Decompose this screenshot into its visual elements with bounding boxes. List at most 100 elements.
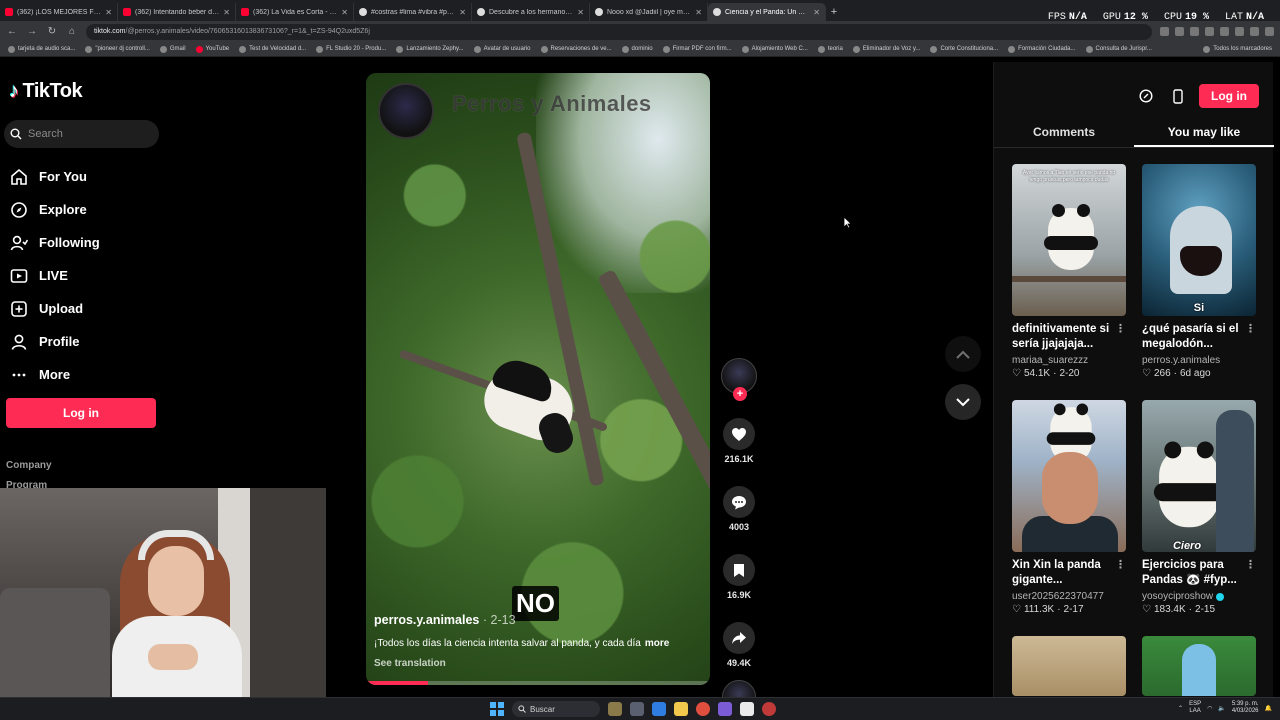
browser-tab[interactable]: Nooo xd @Jadiil | oye mañana✕: [590, 3, 708, 21]
browser-tab[interactable]: (362) La Vida es Corta - Dante✕: [236, 3, 354, 21]
bookmark[interactable]: Alojamiento Web C...: [741, 45, 808, 53]
recommended-video-card[interactable]: Xin Xin la panda gigante... ⋮ user2025622…: [1012, 400, 1126, 615]
sidebar-item-upload[interactable]: Upload: [9, 292, 159, 325]
file-explorer-icon[interactable]: [674, 702, 688, 716]
language-indicator[interactable]: ESP LAA: [1189, 701, 1201, 715]
bookmark[interactable]: YouTube: [195, 45, 229, 53]
search-bar[interactable]: [4, 120, 159, 148]
sidebar-item-live[interactable]: LIVE: [9, 259, 159, 292]
follow-plus-icon[interactable]: +: [733, 387, 747, 401]
clock[interactable]: 5:39 p. m. 4/03/2026: [1232, 701, 1259, 715]
sidebar-item-more[interactable]: More: [9, 358, 159, 391]
taskbar-search[interactable]: Buscar: [512, 701, 600, 717]
bookmark[interactable]: Test de Velocidad d...: [239, 45, 306, 53]
notification-bell-icon[interactable]: 🔔: [1265, 705, 1272, 712]
chrome-browser-icon[interactable]: [696, 702, 710, 716]
widgets-app-icon[interactable]: [608, 702, 622, 716]
url-input[interactable]: tiktok.com/@perros.y.animales/video/7606…: [86, 23, 1152, 40]
browser-tab[interactable]: (362) Intentando beber de un b✕: [118, 3, 236, 21]
footer-company-link[interactable]: Company: [6, 460, 52, 471]
new-tab-button[interactable]: +: [826, 3, 842, 21]
tiktok-logo[interactable]: ♪ TikTok: [9, 80, 83, 103]
previous-video-button[interactable]: [945, 336, 981, 372]
bookmark[interactable]: tarjeta de audio sca...: [8, 45, 75, 53]
card-menu-icon[interactable]: ⋮: [1245, 322, 1256, 352]
video-thumbnail[interactable]: [1012, 400, 1126, 552]
extension-icon[interactable]: [1205, 27, 1214, 36]
login-button-sidebar[interactable]: Log in: [6, 398, 156, 428]
recommended-video-card[interactable]: Si ¿qué pasaría si el megalodón... ⋮ perr…: [1142, 164, 1256, 379]
bookmark[interactable]: Reservaciones de ve...: [540, 45, 612, 53]
bookmark[interactable]: teoria: [817, 45, 843, 53]
wifi-icon[interactable]: ◠: [1207, 705, 1212, 712]
bookmark[interactable]: Gmail: [159, 45, 186, 53]
video-thumbnail[interactable]: [1142, 636, 1256, 696]
back-icon[interactable]: ←: [6, 26, 18, 37]
close-tab-icon[interactable]: ✕: [459, 8, 466, 17]
video-author[interactable]: perros.y.animales · 2-13: [374, 613, 516, 627]
tab-you-may-like[interactable]: You may like: [1134, 122, 1274, 147]
sidebar-item-profile[interactable]: Profile: [9, 325, 159, 358]
next-video-button[interactable]: [945, 384, 981, 420]
bookmark[interactable]: FL Studio 20 - Produ...: [316, 45, 386, 53]
recommended-video-card[interactable]: Ciero Ejercicios para Pandas 🐼 #fyp... ⋮ …: [1142, 400, 1256, 615]
card-menu-icon[interactable]: ⋮: [1115, 322, 1126, 352]
video-thumbnail[interactable]: Ciero: [1142, 400, 1256, 552]
close-tab-icon[interactable]: ✕: [577, 8, 584, 17]
coin-icon[interactable]: [1135, 85, 1157, 107]
close-tab-icon[interactable]: ✕: [341, 8, 348, 17]
video-thumbnail[interactable]: Ayer fuimos a Tlan en serio ese panda no…: [1012, 164, 1126, 316]
bookmark[interactable]: Firmar PDF con firm...: [662, 45, 732, 53]
home-icon[interactable]: ⌂: [66, 26, 78, 37]
sidebar-item-explore[interactable]: Explore: [9, 193, 159, 226]
forward-icon[interactable]: →: [26, 26, 38, 37]
video-thumbnail[interactable]: [1012, 636, 1126, 696]
card-menu-icon[interactable]: ⋮: [1245, 558, 1256, 588]
comment-button[interactable]: 4003: [719, 486, 759, 532]
extension-icon[interactable]: [1265, 27, 1274, 36]
reload-icon[interactable]: ↻: [46, 26, 58, 37]
video-player[interactable]: Perros y Animales NO perros.y.animales ·…: [366, 73, 710, 685]
windows-start-icon[interactable]: [490, 702, 504, 716]
see-translation-link[interactable]: See translation: [374, 658, 446, 669]
discord-app-icon[interactable]: [718, 702, 732, 716]
browser-tab-active[interactable]: Ciencia y el Panda: Un Esfu ✕: [708, 3, 826, 21]
sidebar-item-following[interactable]: Following: [9, 226, 159, 259]
chevron-up-icon[interactable]: ⌃: [1178, 705, 1183, 712]
video-thumbnail[interactable]: Si: [1142, 164, 1256, 316]
video-progress-bar[interactable]: [366, 681, 710, 685]
login-button-top[interactable]: Log in: [1199, 84, 1259, 108]
bookmark[interactable]: "pioneer dj controll...: [85, 45, 150, 53]
extension-icon[interactable]: [1250, 27, 1259, 36]
bookmark[interactable]: Lanzamiento Zephy...: [396, 45, 464, 53]
edge-browser-icon[interactable]: [652, 702, 666, 716]
browser-tab[interactable]: #costras #lima #vibra #peruse ✕: [354, 3, 472, 21]
close-tab-icon[interactable]: ✕: [105, 8, 112, 17]
task-view-icon[interactable]: [630, 702, 644, 716]
browser-tab[interactable]: (362) ¡LOS MEJORES FRIJOLES✕: [0, 3, 118, 21]
bookmark[interactable]: Consulta de Jurispr...: [1085, 45, 1152, 53]
bookmark[interactable]: Avatar de usuario: [473, 45, 531, 53]
sidebar-item-for-you[interactable]: For You: [9, 160, 159, 193]
volume-icon[interactable]: 🔈: [1218, 705, 1225, 712]
bookmark[interactable]: Corte Constituciona...: [930, 45, 998, 53]
share-button[interactable]: 49.4K: [719, 622, 759, 668]
recommended-video-card[interactable]: [1142, 636, 1256, 696]
save-button[interactable]: 16.9K: [719, 554, 759, 600]
recommended-video-card[interactable]: [1012, 636, 1126, 696]
bookmark[interactable]: dominio: [621, 45, 653, 53]
tab-comments[interactable]: Comments: [994, 122, 1134, 147]
card-menu-icon[interactable]: ⋮: [1115, 558, 1126, 588]
more-link[interactable]: more: [645, 638, 669, 649]
extension-icon[interactable]: [1160, 27, 1169, 36]
document-app-icon[interactable]: [740, 702, 754, 716]
browser-tab[interactable]: Descubre a los hermanos Way✕: [472, 3, 590, 21]
like-button[interactable]: 216.1K: [719, 418, 759, 464]
close-tab-icon[interactable]: ✕: [695, 8, 702, 17]
phone-icon[interactable]: [1167, 85, 1189, 107]
search-input[interactable]: [28, 128, 148, 140]
bookmark[interactable]: Eliminador de Voz y...: [852, 45, 920, 53]
extension-icon[interactable]: [1175, 27, 1184, 36]
recommended-video-card[interactable]: Ayer fuimos a Tlan en serio ese panda no…: [1012, 164, 1126, 379]
close-tab-icon[interactable]: ✕: [813, 8, 820, 17]
